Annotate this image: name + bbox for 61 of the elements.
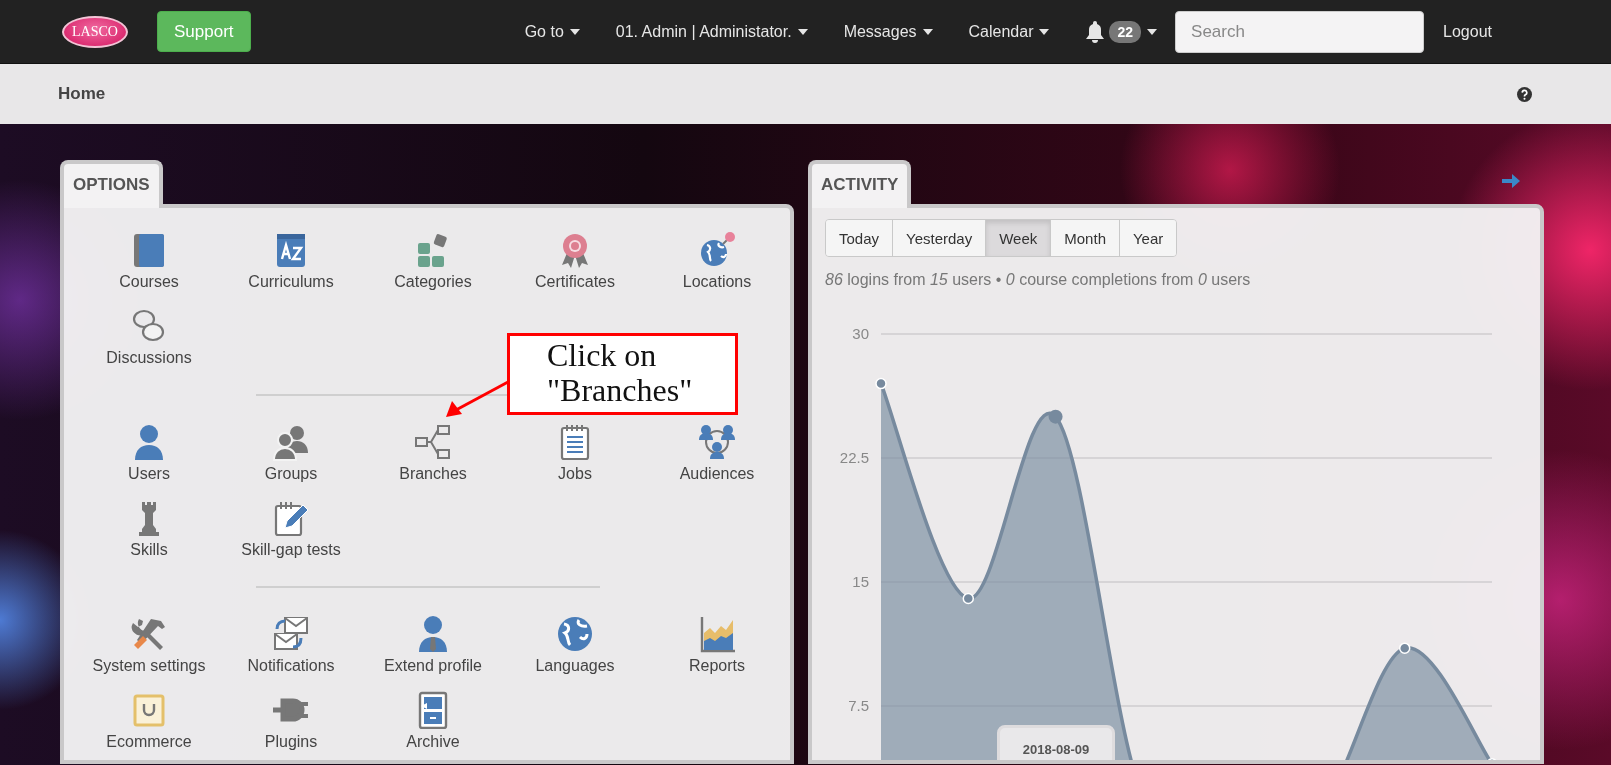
option-link[interactable]: Languages [504, 615, 646, 675]
option-link[interactable]: Ecommerce [78, 691, 220, 751]
notifications-menu[interactable]: 22 [1085, 20, 1158, 43]
data-point[interactable] [1398, 642, 1411, 654]
option-link[interactable]: Skills [78, 499, 220, 559]
users-icon [271, 423, 311, 461]
caret-icon [1147, 28, 1158, 35]
chart-tooltip: 2018-08-09 [997, 725, 1115, 760]
axis-tick-label: 15 [852, 573, 869, 590]
annotation-arrow [444, 380, 510, 420]
option-link[interactable]: Notifications [220, 615, 362, 675]
logo[interactable]: LASCO [62, 15, 128, 48]
option-link[interactable]: Categories [362, 231, 504, 291]
branch-diagram-icon [413, 423, 453, 461]
audience-group-icon [697, 423, 737, 461]
option-link[interactable]: Archive [362, 691, 504, 751]
option-link[interactable]: Courses [78, 231, 220, 291]
period-button[interactable]: Today [826, 220, 893, 256]
option-link[interactable]: Skill-gap tests [220, 499, 362, 559]
caret-icon [1039, 29, 1050, 36]
option-link[interactable]: Discussions [78, 307, 220, 367]
logout-link[interactable]: Logout [1443, 22, 1492, 41]
data-point[interactable] [1048, 409, 1063, 424]
annotation-box: Click on "Branches" [507, 333, 738, 415]
arrow-right-icon[interactable] [1502, 174, 1520, 188]
period-button[interactable]: Month [1050, 220, 1119, 256]
data-point[interactable] [962, 592, 975, 605]
axis-tick-label: 7.5 [848, 697, 869, 714]
help-icon[interactable] [1517, 86, 1532, 102]
option-link[interactable]: Users [78, 423, 220, 483]
axis-tick-label: 30 [852, 325, 869, 342]
period-button[interactable]: Yesterday [892, 220, 986, 256]
option-link[interactable]: Branches [362, 423, 504, 483]
option-link[interactable]: Audiences [646, 423, 788, 483]
period-button[interactable]: Week [985, 220, 1051, 256]
search-field[interactable]: Search [1175, 10, 1425, 53]
option-link[interactable]: Reports [646, 615, 788, 675]
nav-menu[interactable]: Calendar [968, 22, 1050, 41]
axis-tick-label: 22.5 [839, 449, 869, 466]
data-point[interactable] [875, 377, 887, 390]
option-link[interactable]: Jobs [504, 423, 646, 483]
period-button[interactable]: Year [1119, 220, 1177, 256]
option-link[interactable]: Curriculums [220, 231, 362, 291]
nav-menu[interactable]: Go to [524, 22, 580, 41]
option-link[interactable]: Certificates [504, 231, 646, 291]
envelopes-icon [271, 615, 311, 653]
nav-menu[interactable]: 01. Admin | Administator. [615, 22, 808, 41]
option-link[interactable]: Groups [220, 423, 362, 483]
caret-icon [569, 29, 580, 36]
caret-icon [797, 29, 808, 36]
activity-summary: 86 logins from 15 users • 0 course completions from 0 users [825, 271, 1252, 289]
option-link[interactable]: Extend profile [362, 615, 504, 675]
nav-menu[interactable]: Messages [843, 22, 933, 41]
breadcrumb-home[interactable]: Home [58, 84, 106, 104]
option-link[interactable]: System settings [78, 615, 220, 675]
caret-icon [922, 29, 933, 36]
option-link[interactable]: Plugins [220, 691, 362, 751]
bell-icon [1085, 20, 1106, 43]
notification-count: 22 [1109, 20, 1142, 43]
option-link[interactable]: Locations [646, 231, 788, 291]
globe-icon [555, 615, 595, 653]
